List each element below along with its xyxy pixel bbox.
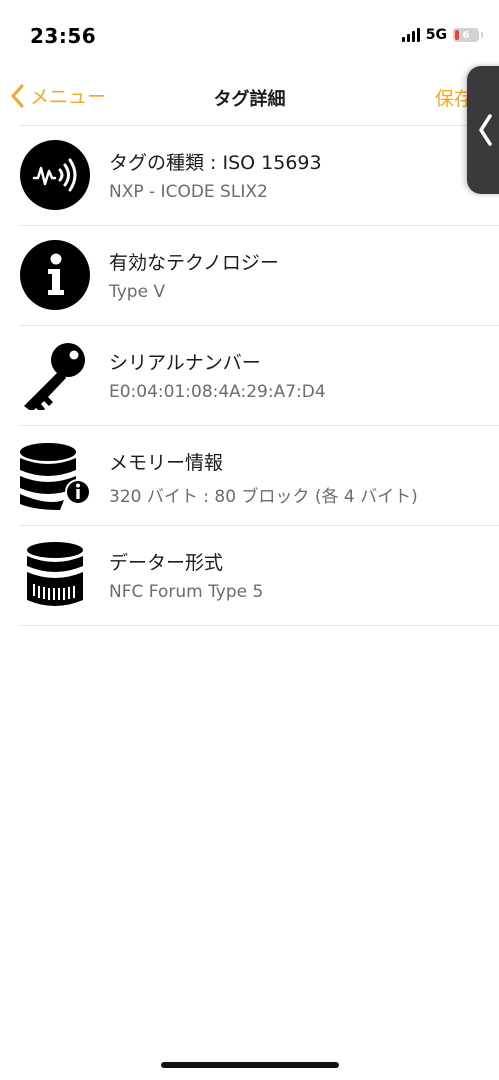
side-panel-handle[interactable]: [467, 66, 499, 194]
database-info-icon: [20, 440, 91, 510]
list-item-data-format: データー形式 NFC Forum Type 5: [20, 526, 499, 626]
serial-number-title: シリアルナンバー: [109, 352, 261, 374]
status-time: 23:56: [30, 24, 97, 48]
battery-level: 6: [462, 29, 470, 41]
battery-icon: 6: [453, 28, 483, 42]
network-type: 5G: [425, 27, 447, 43]
data-format-title: データー形式: [109, 552, 224, 574]
list-item-tag-type: タグの種類 : ISO 15693 NXP - ICODE SLIX2: [20, 126, 499, 226]
info-icon: [20, 240, 90, 310]
technology-title: 有効なテクノロジー: [109, 252, 279, 274]
list-item-memory-info: メモリー情報 320 バイト : 80 ブロック (各 4 バイト): [20, 426, 499, 526]
memory-info-value: 320 バイト : 80 ブロック (各 4 バイト): [109, 487, 418, 507]
database-icon: [20, 540, 90, 610]
serial-number-value: E0:04:01:08:4A:29:A7:D4: [109, 382, 326, 402]
tag-type-title: タグの種類 : ISO 15693: [109, 152, 322, 174]
tag-detail-list: タグの種類 : ISO 15693 NXP - ICODE SLIX2 有効なテ…: [20, 125, 499, 626]
page-title: タグ詳細: [213, 89, 286, 110]
home-indicator[interactable]: [161, 1062, 339, 1068]
tag-type-value: NXP - ICODE SLIX2: [109, 182, 268, 202]
signal-icon: [401, 28, 420, 42]
list-item-technology: 有効なテクノロジー Type V: [20, 226, 499, 326]
status-indicators: 5G 6: [401, 27, 483, 43]
data-format-value: NFC Forum Type 5: [109, 582, 264, 602]
status-bar: 23:56 5G 6: [0, 0, 499, 70]
memory-info-title: メモリー情報: [109, 452, 224, 474]
navigation-bar: メニュー タグ詳細 保存: [0, 70, 499, 126]
list-item-serial-number: シリアルナンバー E0:04:01:08:4A:29:A7:D4: [20, 326, 499, 426]
chevron-left-icon: [479, 114, 492, 146]
technology-value: Type V: [109, 282, 166, 302]
key-icon: [20, 340, 90, 413]
nfc-icon: [20, 140, 90, 210]
